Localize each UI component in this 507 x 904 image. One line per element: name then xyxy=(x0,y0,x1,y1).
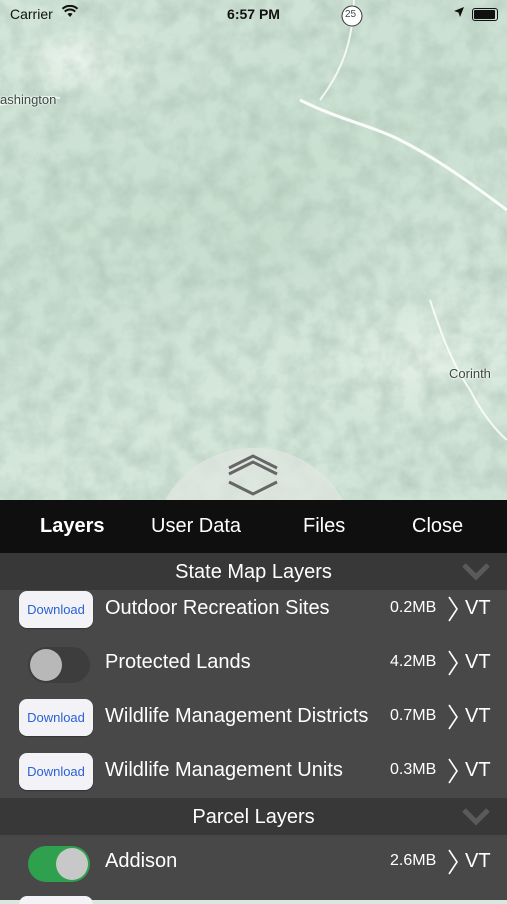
disclosure-arrow-icon[interactable] xyxy=(447,704,459,730)
disclosure-arrow-icon[interactable] xyxy=(447,596,459,622)
clock: 6:57 PM xyxy=(227,6,280,22)
layer-toggle[interactable] xyxy=(28,647,90,683)
layer-toggle[interactable] xyxy=(28,846,90,882)
map-label-washington: ashington xyxy=(0,92,57,107)
layer-size: 0.3MB xyxy=(390,761,437,778)
toggle-knob xyxy=(30,649,62,681)
section-header-parcel-layers[interactable]: Parcel Layers xyxy=(0,798,507,835)
section-title: State Map Layers xyxy=(175,561,332,583)
battery-icon xyxy=(472,8,498,21)
disclosure-arrow-icon[interactable] xyxy=(447,650,459,676)
map-view[interactable]: 25 ashington Corinth xyxy=(0,0,507,500)
download-button[interactable]: Download xyxy=(19,699,93,736)
layer-row-outdoor-recreation-sites[interactable]: Download Outdoor Recreation Sites 0.2MB … xyxy=(0,582,507,636)
disclosure-arrow-icon[interactable] xyxy=(447,849,459,875)
layer-size: 4.2MB xyxy=(390,653,437,670)
layer-name: Wildlife Management Units xyxy=(105,759,343,781)
download-button[interactable]: Download xyxy=(19,591,93,628)
layer-type: VT xyxy=(465,597,491,619)
tab-user-data[interactable]: User Data xyxy=(151,515,241,538)
layer-size: 0.7MB xyxy=(390,707,437,724)
map-label-corinth: Corinth xyxy=(449,366,491,381)
terrain-texture xyxy=(0,0,507,500)
section-title: Parcel Layers xyxy=(192,806,315,828)
layer-type: VT xyxy=(465,850,491,872)
tab-bar: Layers User Data Files Close xyxy=(0,500,507,553)
expand-chevrons-icon xyxy=(228,454,278,496)
download-button[interactable]: Download xyxy=(19,753,93,790)
download-button-partial[interactable] xyxy=(19,896,93,904)
toggle-knob xyxy=(56,848,88,880)
layer-type: VT xyxy=(465,705,491,727)
layer-name: Outdoor Recreation Sites xyxy=(105,597,330,619)
location-arrow-icon xyxy=(454,7,464,17)
status-bar: Carrier 6:57 PM xyxy=(0,0,507,30)
layer-type: VT xyxy=(465,651,491,673)
disclosure-arrow-icon[interactable] xyxy=(447,758,459,784)
layers-panel: Layers User Data Files Close State Map L… xyxy=(0,500,507,904)
tab-layers[interactable]: Layers xyxy=(40,515,105,538)
layer-type: VT xyxy=(465,759,491,781)
collapse-chevron-icon xyxy=(462,563,490,581)
layer-row-protected-lands[interactable]: Protected Lands 4.2MB VT xyxy=(0,636,507,690)
collapse-chevron-icon xyxy=(462,808,490,826)
layer-name: Protected Lands xyxy=(105,651,251,673)
layer-size: 2.6MB xyxy=(390,852,437,869)
layer-row-wildlife-management-units[interactable]: Download Wildlife Management Units 0.3MB… xyxy=(0,744,507,798)
tab-files[interactable]: Files xyxy=(303,515,345,538)
layer-row-wildlife-management-districts[interactable]: Download Wildlife Management Districts 0… xyxy=(0,690,507,744)
layer-row-addison[interactable]: Addison 2.6MB VT xyxy=(0,835,507,889)
layer-name: Wildlife Management Districts xyxy=(105,705,369,727)
tab-close[interactable]: Close xyxy=(412,515,463,538)
layer-name: Addison xyxy=(105,850,178,872)
layer-size: 0.2MB xyxy=(390,599,437,616)
